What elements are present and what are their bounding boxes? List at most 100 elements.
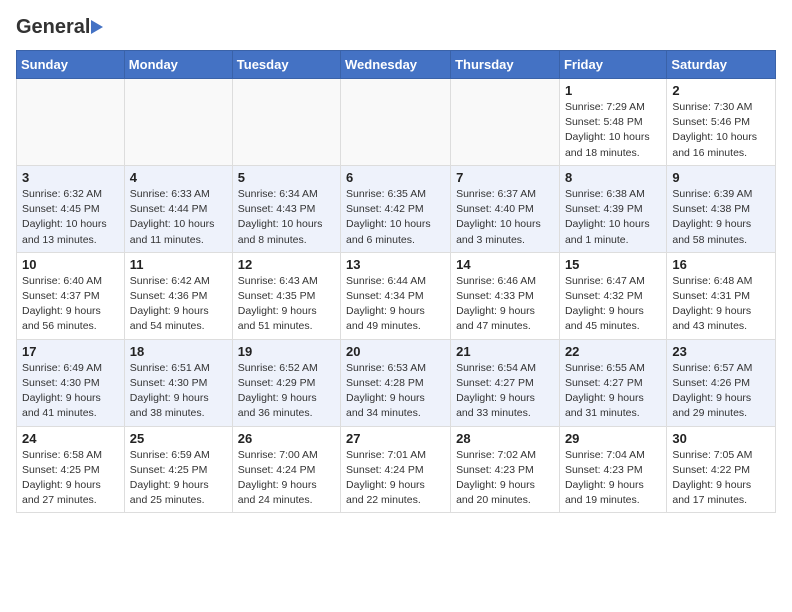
day-info: Sunrise: 7:29 AM Sunset: 5:48 PM Dayligh… bbox=[565, 100, 661, 161]
calendar-cell: 14 Sunrise: 6:46 AM Sunset: 4:33 PM Dayli… bbox=[451, 252, 560, 339]
day-info: Sunrise: 6:49 AM Sunset: 4:30 PM Dayligh… bbox=[22, 361, 119, 422]
calendar-cell: 10 Sunrise: 6:40 AM Sunset: 4:37 PM Dayli… bbox=[17, 252, 125, 339]
day-info: Sunrise: 6:53 AM Sunset: 4:28 PM Dayligh… bbox=[346, 361, 445, 422]
calendar-week-3: 10 Sunrise: 6:40 AM Sunset: 4:37 PM Dayli… bbox=[17, 252, 776, 339]
day-info: Sunrise: 6:42 AM Sunset: 4:36 PM Dayligh… bbox=[130, 274, 227, 335]
calendar-cell: 27 Sunrise: 7:01 AM Sunset: 4:24 PM Dayli… bbox=[341, 426, 451, 513]
day-info: Sunrise: 7:00 AM Sunset: 4:24 PM Dayligh… bbox=[238, 448, 335, 509]
day-info: Sunrise: 6:37 AM Sunset: 4:40 PM Dayligh… bbox=[456, 187, 554, 248]
day-info: Sunrise: 7:30 AM Sunset: 5:46 PM Dayligh… bbox=[672, 100, 770, 161]
day-number: 2 bbox=[672, 83, 770, 98]
calendar-cell: 8 Sunrise: 6:38 AM Sunset: 4:39 PM Daylig… bbox=[559, 165, 666, 252]
weekday-header-sunday: Sunday bbox=[17, 51, 125, 79]
calendar-cell: 23 Sunrise: 6:57 AM Sunset: 4:26 PM Dayli… bbox=[667, 339, 776, 426]
weekday-header-row: SundayMondayTuesdayWednesdayThursdayFrid… bbox=[17, 51, 776, 79]
day-number: 17 bbox=[22, 344, 119, 359]
day-number: 13 bbox=[346, 257, 445, 272]
day-info: Sunrise: 6:46 AM Sunset: 4:33 PM Dayligh… bbox=[456, 274, 554, 335]
calendar-body: 1 Sunrise: 7:29 AM Sunset: 5:48 PM Daylig… bbox=[17, 79, 776, 513]
logo-general: General bbox=[16, 16, 90, 38]
day-number: 21 bbox=[456, 344, 554, 359]
day-number: 1 bbox=[565, 83, 661, 98]
day-number: 7 bbox=[456, 170, 554, 185]
calendar-cell: 13 Sunrise: 6:44 AM Sunset: 4:34 PM Dayli… bbox=[341, 252, 451, 339]
day-number: 4 bbox=[130, 170, 227, 185]
calendar-week-1: 1 Sunrise: 7:29 AM Sunset: 5:48 PM Daylig… bbox=[17, 79, 776, 166]
day-info: Sunrise: 7:01 AM Sunset: 4:24 PM Dayligh… bbox=[346, 448, 445, 509]
day-info: Sunrise: 7:05 AM Sunset: 4:22 PM Dayligh… bbox=[672, 448, 770, 509]
calendar-cell: 16Sunrise: 6:48 AM Sunset: 4:31 PM Dayli… bbox=[667, 252, 776, 339]
calendar-week-5: 24Sunrise: 6:58 AM Sunset: 4:25 PM Dayli… bbox=[17, 426, 776, 513]
day-number: 27 bbox=[346, 431, 445, 446]
day-info: Sunrise: 6:38 AM Sunset: 4:39 PM Dayligh… bbox=[565, 187, 661, 248]
day-number: 28 bbox=[456, 431, 554, 446]
calendar-cell: 19 Sunrise: 6:52 AM Sunset: 4:29 PM Dayli… bbox=[232, 339, 340, 426]
day-number: 24 bbox=[22, 431, 119, 446]
day-info: Sunrise: 6:48 AM Sunset: 4:31 PM Dayligh… bbox=[672, 274, 770, 335]
day-info: Sunrise: 6:39 AM Sunset: 4:38 PM Dayligh… bbox=[672, 187, 770, 248]
calendar-cell: 24Sunrise: 6:58 AM Sunset: 4:25 PM Dayli… bbox=[17, 426, 125, 513]
calendar-table: SundayMondayTuesdayWednesdayThursdayFrid… bbox=[16, 50, 776, 513]
weekday-header-friday: Friday bbox=[559, 51, 666, 79]
day-number: 12 bbox=[238, 257, 335, 272]
calendar-cell bbox=[341, 79, 451, 166]
calendar-cell: 4 Sunrise: 6:33 AM Sunset: 4:44 PM Daylig… bbox=[124, 165, 232, 252]
weekday-header-thursday: Thursday bbox=[451, 51, 560, 79]
logo-arrow-icon bbox=[91, 20, 103, 34]
calendar-cell: 3 Sunrise: 6:32 AM Sunset: 4:45 PM Daylig… bbox=[17, 165, 125, 252]
weekday-header-monday: Monday bbox=[124, 51, 232, 79]
weekday-header-saturday: Saturday bbox=[667, 51, 776, 79]
calendar-cell: 26 Sunrise: 7:00 AM Sunset: 4:24 PM Dayli… bbox=[232, 426, 340, 513]
day-info: Sunrise: 6:43 AM Sunset: 4:35 PM Dayligh… bbox=[238, 274, 335, 335]
day-info: Sunrise: 7:02 AM Sunset: 4:23 PM Dayligh… bbox=[456, 448, 554, 509]
day-info: Sunrise: 6:57 AM Sunset: 4:26 PM Dayligh… bbox=[672, 361, 770, 422]
day-info: Sunrise: 6:54 AM Sunset: 4:27 PM Dayligh… bbox=[456, 361, 554, 422]
day-info: Sunrise: 6:51 AM Sunset: 4:30 PM Dayligh… bbox=[130, 361, 227, 422]
calendar-week-2: 3 Sunrise: 6:32 AM Sunset: 4:45 PM Daylig… bbox=[17, 165, 776, 252]
calendar-cell: 7 Sunrise: 6:37 AM Sunset: 4:40 PM Daylig… bbox=[451, 165, 560, 252]
day-info: Sunrise: 7:04 AM Sunset: 4:23 PM Dayligh… bbox=[565, 448, 661, 509]
day-number: 14 bbox=[456, 257, 554, 272]
calendar-cell: 29 Sunrise: 7:04 AM Sunset: 4:23 PM Dayli… bbox=[559, 426, 666, 513]
day-number: 23 bbox=[672, 344, 770, 359]
calendar-cell: 2 Sunrise: 7:30 AM Sunset: 5:46 PM Daylig… bbox=[667, 79, 776, 166]
calendar-cell: 15Sunrise: 6:47 AM Sunset: 4:32 PM Dayli… bbox=[559, 252, 666, 339]
calendar-cell: 11Sunrise: 6:42 AM Sunset: 4:36 PM Dayli… bbox=[124, 252, 232, 339]
day-number: 3 bbox=[22, 170, 119, 185]
calendar-cell: 22 Sunrise: 6:55 AM Sunset: 4:27 PM Dayli… bbox=[559, 339, 666, 426]
logo: General bbox=[16, 16, 103, 38]
day-number: 8 bbox=[565, 170, 661, 185]
day-info: Sunrise: 6:59 AM Sunset: 4:25 PM Dayligh… bbox=[130, 448, 227, 509]
calendar-cell: 28 Sunrise: 7:02 AM Sunset: 4:23 PM Dayli… bbox=[451, 426, 560, 513]
calendar-cell: 6 Sunrise: 6:35 AM Sunset: 4:42 PM Daylig… bbox=[341, 165, 451, 252]
day-info: Sunrise: 6:52 AM Sunset: 4:29 PM Dayligh… bbox=[238, 361, 335, 422]
weekday-header-wednesday: Wednesday bbox=[341, 51, 451, 79]
day-number: 29 bbox=[565, 431, 661, 446]
calendar-cell: 12 Sunrise: 6:43 AM Sunset: 4:35 PM Dayli… bbox=[232, 252, 340, 339]
day-number: 19 bbox=[238, 344, 335, 359]
day-number: 22 bbox=[565, 344, 661, 359]
day-number: 10 bbox=[22, 257, 119, 272]
day-info: Sunrise: 6:47 AM Sunset: 4:32 PM Dayligh… bbox=[565, 274, 661, 335]
day-number: 6 bbox=[346, 170, 445, 185]
day-info: Sunrise: 6:44 AM Sunset: 4:34 PM Dayligh… bbox=[346, 274, 445, 335]
calendar-cell bbox=[124, 79, 232, 166]
day-info: Sunrise: 6:33 AM Sunset: 4:44 PM Dayligh… bbox=[130, 187, 227, 248]
day-number: 26 bbox=[238, 431, 335, 446]
calendar-cell bbox=[451, 79, 560, 166]
day-info: Sunrise: 6:34 AM Sunset: 4:43 PM Dayligh… bbox=[238, 187, 335, 248]
header: General bbox=[16, 16, 776, 38]
calendar-cell: 30 Sunrise: 7:05 AM Sunset: 4:22 PM Dayli… bbox=[667, 426, 776, 513]
day-info: Sunrise: 6:55 AM Sunset: 4:27 PM Dayligh… bbox=[565, 361, 661, 422]
calendar-cell: 20Sunrise: 6:53 AM Sunset: 4:28 PM Dayli… bbox=[341, 339, 451, 426]
calendar-cell: 9 Sunrise: 6:39 AM Sunset: 4:38 PM Daylig… bbox=[667, 165, 776, 252]
day-number: 25 bbox=[130, 431, 227, 446]
day-info: Sunrise: 6:40 AM Sunset: 4:37 PM Dayligh… bbox=[22, 274, 119, 335]
calendar-cell: 18 Sunrise: 6:51 AM Sunset: 4:30 PM Dayli… bbox=[124, 339, 232, 426]
calendar-cell: 21 Sunrise: 6:54 AM Sunset: 4:27 PM Dayli… bbox=[451, 339, 560, 426]
day-number: 30 bbox=[672, 431, 770, 446]
day-info: Sunrise: 6:35 AM Sunset: 4:42 PM Dayligh… bbox=[346, 187, 445, 248]
day-number: 9 bbox=[672, 170, 770, 185]
day-info: Sunrise: 6:32 AM Sunset: 4:45 PM Dayligh… bbox=[22, 187, 119, 248]
day-number: 18 bbox=[130, 344, 227, 359]
